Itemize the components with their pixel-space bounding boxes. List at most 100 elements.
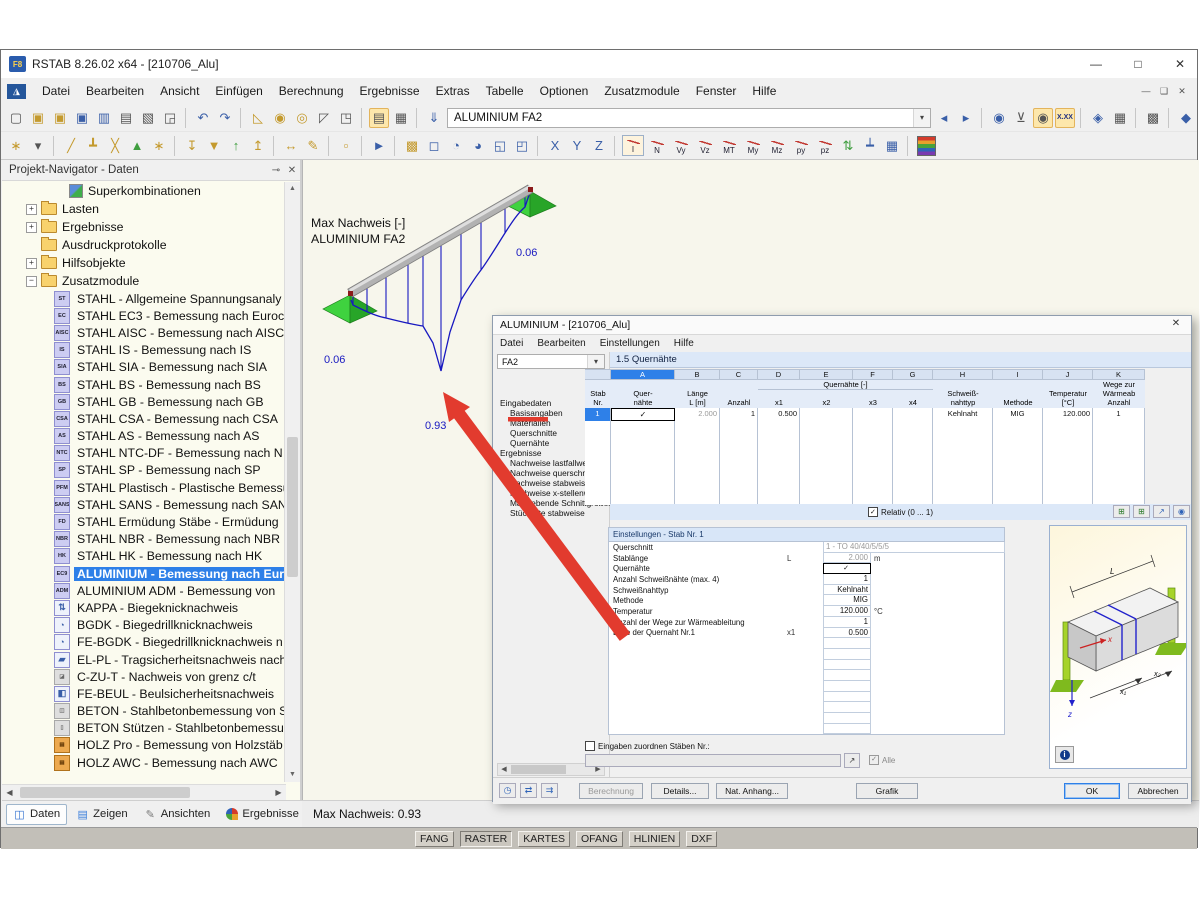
snap-toggle[interactable]: FANG xyxy=(415,830,454,847)
tree-item-aluminium[interactable]: EC9 ALUMINIUM - Bemessung nach Eur xyxy=(2,565,286,582)
perspective-view-icon[interactable]: ◰ xyxy=(512,136,532,156)
cell-laenge[interactable]: 2.000 xyxy=(675,408,720,421)
tree-item-lasten[interactable]: + Lasten xyxy=(2,200,286,218)
settings-value[interactable]: ✓ xyxy=(823,563,871,575)
tree-item-bgdk[interactable]: ◔ BGDK - Biegedrillknicknachweis xyxy=(2,617,286,634)
pick-members-button[interactable]: ↗ xyxy=(844,753,860,768)
zoom-out-icon[interactable]: ◕ xyxy=(468,136,488,156)
settings-row[interactable]: Methode MIG xyxy=(609,595,1004,607)
scroll-up-icon[interactable]: ▲ xyxy=(285,182,300,196)
menu-fenster[interactable]: Fenster xyxy=(688,81,745,101)
tree-expander-icon[interactable]: + xyxy=(26,203,37,215)
info-button[interactable]: i xyxy=(1055,746,1074,763)
values-display-toggle-icon[interactable]: X.XX xyxy=(1055,107,1075,128)
settings-row[interactable]: Schweißnahttyp Kehlnaht xyxy=(609,584,1004,596)
column-letter-a[interactable]: A xyxy=(611,369,675,380)
tree-item-aluminium-adm[interactable]: ADM ALUMINIUM ADM - Bemessung von xyxy=(2,582,286,599)
tree-item-kappa[interactable]: ⇅ KAPPA - Biegeknicknachweis xyxy=(2,599,286,616)
settings-row[interactable]: Stablänge L 2.000 m xyxy=(609,552,1004,564)
navigator-vertical-scrollbar[interactable]: ▲ ▼ xyxy=(284,182,300,782)
result-mt-button[interactable]: MT xyxy=(718,135,740,156)
generate-loads-icon[interactable]: ↥ xyxy=(248,136,268,156)
menu-zusatzmodule[interactable]: Zusatzmodule xyxy=(596,81,687,101)
menu-ansicht[interactable]: Ansicht xyxy=(152,81,207,101)
tree-item-stahl-sans[interactable]: SANS STAHL SANS - Bemessung nach SAN xyxy=(2,496,286,513)
clipboard-icon[interactable]: ▤ xyxy=(116,108,136,128)
scroll-right-icon[interactable]: ▶ xyxy=(271,785,286,800)
tree-item-stahl-ermuedung[interactable]: FD STAHL Ermüdung Stäbe - Ermüdung xyxy=(2,513,286,531)
details-button[interactable]: Details... xyxy=(651,783,709,799)
tree-item-stahl-ec3[interactable]: EC STAHL EC3 - Bemessung nach Euroc xyxy=(2,307,286,324)
column-letter-i[interactable]: I xyxy=(993,369,1043,380)
settings-row[interactable] xyxy=(609,723,1004,735)
cell-x4[interactable] xyxy=(893,408,933,421)
result-n-button[interactable]: N xyxy=(646,135,668,156)
import-table-icon[interactable]: ⊞ xyxy=(1133,505,1150,518)
tree-item-stahl-csa[interactable]: CSA STAHL CSA - Bemessung nach CSA xyxy=(2,410,286,427)
result-pz-button[interactable]: pz xyxy=(814,135,836,156)
menu-optionen[interactable]: Optionen xyxy=(532,81,597,101)
tree-item-el-pl[interactable]: ▰ EL-PL - Tragsicherheitsnachweis nach xyxy=(2,651,286,668)
menu-bearbeiten[interactable]: Bearbeiten xyxy=(78,81,152,101)
tree-item-stahl-sp[interactable]: SP STAHL SP - Bemessung nach SP xyxy=(2,462,286,479)
settings-row[interactable]: Lage der Quernaht Nr.1 x1 0.500 xyxy=(609,627,1004,639)
combo-dropdown-icon[interactable]: ▾ xyxy=(913,108,930,127)
grid-toggle[interactable]: RASTER xyxy=(459,830,513,847)
panel-tab-ansichten[interactable]: ✎ Ansichten xyxy=(137,804,218,825)
tree-item-ergebnisse[interactable]: + Ergebnisse xyxy=(2,218,286,236)
settings-row[interactable] xyxy=(609,670,1004,681)
settings-value[interactable]: 1 - TO 40/40/5/5/5 xyxy=(823,542,1005,553)
panel-tab-zeigen[interactable]: ▤ Zeigen xyxy=(69,804,135,825)
scrollbar-thumb[interactable] xyxy=(287,437,298,577)
save-as-icon[interactable]: ▣ xyxy=(72,108,92,128)
settings-row[interactable]: Anzahl der Wege zur Wärmeableitung 1 xyxy=(609,616,1004,628)
tree-item-superkombinationen[interactable]: Superkombinationen xyxy=(2,182,286,200)
result-tables-icon[interactable]: ▦ xyxy=(882,136,902,156)
printout-report-icon[interactable]: ▦ xyxy=(1110,108,1130,128)
rendering-icon[interactable]: ◈ xyxy=(1088,108,1108,128)
results-display-toggle-icon[interactable]: ◉ xyxy=(1033,107,1053,128)
cell-wege-anzahl[interactable]: 1 xyxy=(1093,408,1145,421)
column-letter-c[interactable]: C xyxy=(720,369,758,380)
visibility-box-icon[interactable]: ▫ xyxy=(336,136,356,156)
settings-value[interactable] xyxy=(823,723,871,735)
settings-value[interactable]: 1 xyxy=(823,574,871,585)
dropdown-arrow-icon[interactable]: ▾ xyxy=(28,136,48,156)
settings-value[interactable] xyxy=(823,648,871,660)
new-file-icon[interactable]: ▢ xyxy=(6,108,26,128)
settings-row[interactable] xyxy=(609,691,1004,703)
guidelines-toggle[interactable]: HLINIEN xyxy=(628,830,681,847)
dialog-close-icon[interactable]: ✕ xyxy=(1165,318,1187,333)
mdi-restore-button[interactable]: ❑ xyxy=(1155,86,1173,97)
menu-tabelle[interactable]: Tabelle xyxy=(478,81,532,101)
column-letter-d[interactable]: D xyxy=(758,369,800,380)
scroll-left-icon[interactable]: ◀ xyxy=(498,764,510,775)
grafik-button[interactable]: Grafik xyxy=(856,783,918,799)
rotate-view-icon[interactable]: ◎ xyxy=(292,108,312,128)
window-maximize-button[interactable]: □ xyxy=(1121,53,1155,75)
tree-item-beton-stuetzen[interactable]: ▯ BETON Stützen - Stahlbetonbemessu xyxy=(2,720,286,737)
tree-item-holz-awc[interactable]: ▤ HOLZ AWC - Bemessung nach AWC xyxy=(2,754,286,771)
display-properties-icon[interactable]: ▩ xyxy=(402,136,422,156)
settings-value[interactable]: 120.000 xyxy=(823,606,871,617)
zoom-region-icon[interactable]: ◉ xyxy=(270,108,290,128)
zoom-in-icon[interactable]: ◔ xyxy=(446,136,466,156)
select-pointer-icon[interactable]: ◸ xyxy=(314,108,334,128)
result-vy-button[interactable]: Vy xyxy=(670,135,692,156)
cell-x1[interactable]: 0.500 xyxy=(758,408,800,421)
edit-polyline-icon[interactable]: ◺ xyxy=(248,108,268,128)
settings-value[interactable]: 2.000 xyxy=(823,552,871,564)
isometric-view-icon[interactable]: ◱ xyxy=(490,136,510,156)
tree-expander-icon[interactable]: + xyxy=(26,257,37,269)
table-row-number[interactable]: 1 xyxy=(585,408,611,421)
load-case-combo[interactable]: ALUMINIUM FA2 ▾ xyxy=(447,107,931,128)
navigator-horizontal-scrollbar[interactable]: ◀ ▶ xyxy=(2,784,286,800)
tree-item-stahl-ntc-df[interactable]: NTC STAHL NTC-DF - Bemessung nach N xyxy=(2,445,286,462)
settings-row[interactable]: Temperatur 120.000 °C xyxy=(609,606,1004,617)
object-snap-toggle[interactable]: OFANG xyxy=(576,830,623,847)
dialog-menu-datei[interactable]: Datei xyxy=(493,338,530,349)
tree-item-stahl-aisc[interactable]: AISC STAHL AISC - Bemessung nach AISC xyxy=(2,324,286,341)
column-letter-b[interactable]: B xyxy=(675,369,720,380)
settings-value[interactable] xyxy=(823,670,871,681)
tree-item-fe-beul[interactable]: ◧ FE-BEUL - Beulsicherheitsnachweis xyxy=(2,685,286,702)
